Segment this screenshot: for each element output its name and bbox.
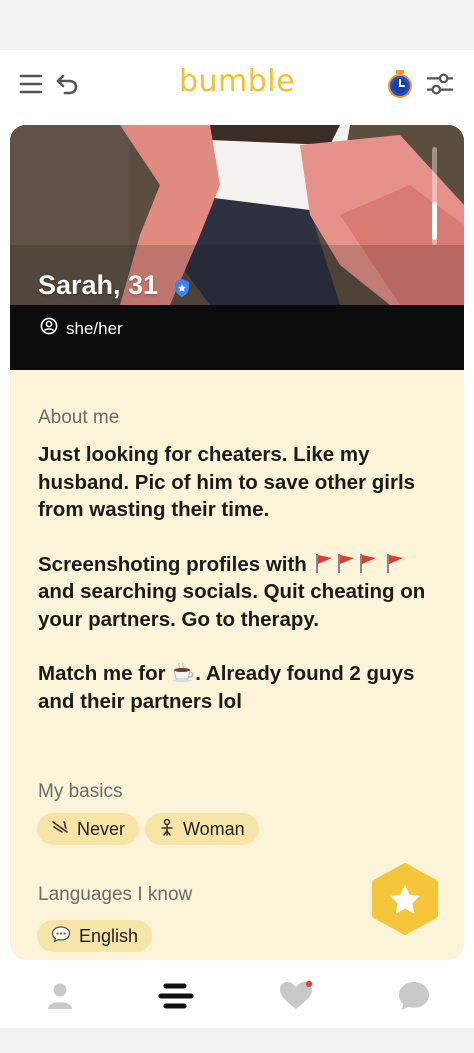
about-me-text: Just looking for cheaters. Like my husba…: [38, 441, 438, 715]
speech-bubble-icon: [51, 925, 71, 948]
profile-photo[interactable]: Sarah, 31 she/her: [10, 125, 464, 370]
notification-dot: [305, 980, 313, 988]
nav-discover-icon[interactable]: [158, 978, 194, 1014]
coffee-cup-icon: [172, 662, 194, 683]
my-basics-label: My basics: [38, 781, 123, 802]
basics-chip-label: Woman: [183, 818, 245, 839]
superswipe-button[interactable]: [370, 863, 440, 935]
pronouns-text: she/her: [66, 318, 123, 338]
pronouns-bar: she/her: [10, 305, 464, 370]
bio-paragraph-2-start: Screenshoting profiles with: [38, 552, 307, 576]
basics-chip-label: Never: [77, 818, 126, 839]
bio-paragraph-3: Match me for . Already found 2 guys and …: [38, 660, 438, 715]
red-flag-icon: [387, 553, 404, 573]
basics-chip-gender: Woman: [145, 813, 259, 845]
nav-chats-icon[interactable]: [396, 978, 432, 1014]
red-flag-icon: [337, 553, 354, 573]
system-nav-strip: [0, 1028, 474, 1053]
status-bar: [0, 0, 474, 50]
bio-paragraph-1: Just looking for cheaters. Like my husba…: [38, 443, 416, 521]
language-chip-label: English: [79, 925, 139, 946]
basics-chip-smoking: Never: [37, 813, 140, 845]
timer-icon[interactable]: [386, 70, 414, 98]
bio-paragraph-3-start: Match me for: [38, 662, 166, 685]
profile-name-age: Sarah, 31: [38, 270, 159, 300]
about-me-label: About me: [38, 407, 120, 428]
red-flag-icon: [315, 553, 332, 573]
bottom-navigation: [0, 960, 474, 1028]
bio-paragraph-2-end: and searching socials. Quit cheating on …: [38, 580, 426, 631]
bio-paragraph-2: Screenshoting profiles with and searchin…: [38, 551, 438, 634]
gender-icon: [159, 818, 175, 841]
profile-card[interactable]: Sarah, 31 she/her About me Just looking …: [10, 125, 464, 960]
red-flag-icon: [359, 553, 376, 573]
photo-scroll-indicator: [432, 147, 437, 245]
verified-badge-icon: [172, 278, 192, 298]
filter-icon[interactable]: [426, 70, 454, 98]
language-chip-english: English: [37, 920, 153, 952]
nav-profile-icon[interactable]: [42, 978, 78, 1014]
person-circle-icon: [40, 317, 58, 340]
smoking-icon: [51, 819, 69, 840]
languages-label: Languages I know: [38, 884, 193, 905]
nav-liked-you-icon[interactable]: [278, 978, 314, 1014]
top-bar: bumble: [0, 50, 474, 118]
